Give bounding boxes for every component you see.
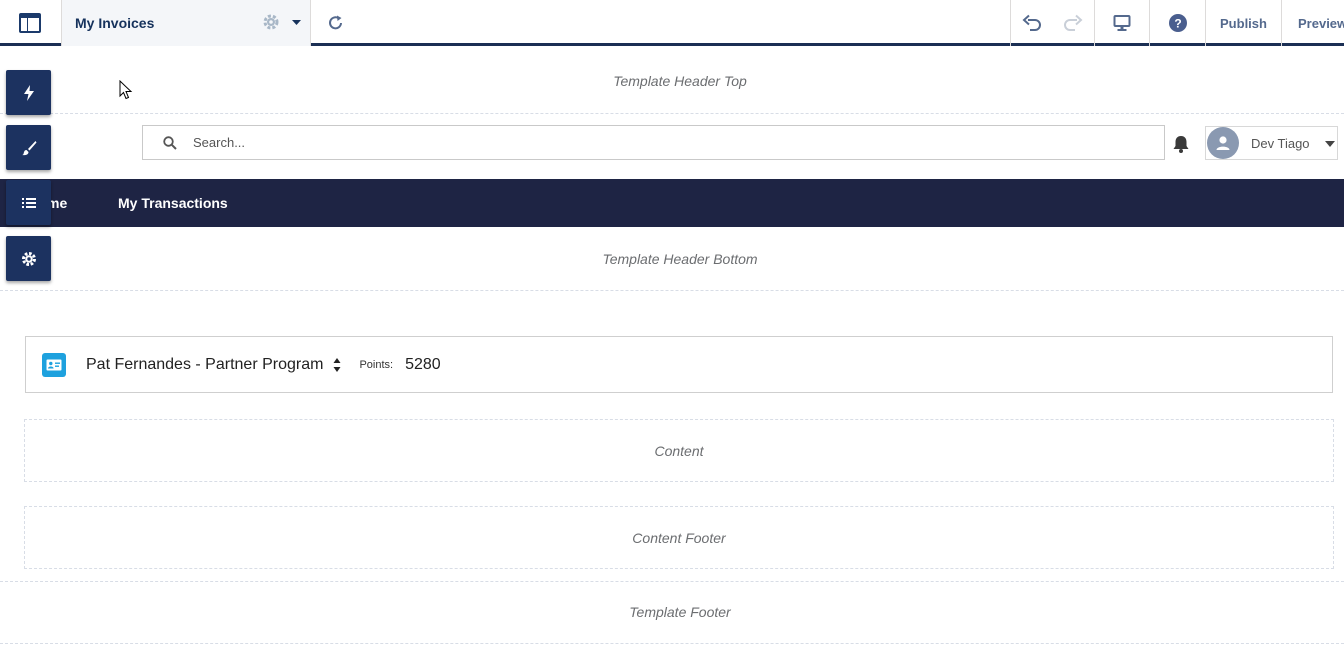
- undo-button[interactable]: [1010, 0, 1052, 46]
- region-template-footer[interactable]: Template Footer: [0, 604, 1344, 620]
- search-icon: [163, 135, 177, 150]
- user-icon: [1216, 136, 1230, 150]
- member-switcher[interactable]: [333, 357, 341, 373]
- help-button[interactable]: ?: [1150, 0, 1206, 46]
- device-preview-button[interactable]: [1094, 0, 1150, 46]
- redo-icon: [1064, 14, 1083, 31]
- preview-button[interactable]: Preview: [1283, 0, 1344, 46]
- undo-icon: [1022, 14, 1041, 31]
- list-icon: [21, 197, 36, 208]
- region-divider: [0, 113, 1344, 114]
- layout-icon: [19, 13, 41, 33]
- user-name: Dev Tiago: [1251, 135, 1310, 151]
- brush-icon: [21, 140, 36, 155]
- page-name: My Invoices: [75, 15, 155, 31]
- region-divider: [0, 581, 1344, 582]
- region-divider: [0, 643, 1344, 644]
- settings-icon: [21, 251, 36, 266]
- nav-item-my-transactions[interactable]: My Transactions: [118, 179, 228, 227]
- builder-toolbar: My Invoices ? Publish Preview: [0, 0, 1344, 46]
- navigation-menu: me My Transactions: [0, 179, 1344, 227]
- refresh-icon: [329, 15, 342, 30]
- notification-bell-icon[interactable]: [1171, 134, 1191, 154]
- region-divider: [0, 290, 1344, 291]
- search-input[interactable]: [193, 135, 1093, 150]
- search-bar[interactable]: [142, 125, 1165, 160]
- cursor-icon: [119, 80, 133, 100]
- lightning-icon: [23, 84, 34, 101]
- publish-button[interactable]: Publish: [1206, 0, 1282, 46]
- components-button[interactable]: [6, 70, 51, 115]
- help-icon: ?: [1168, 14, 1187, 32]
- region-header-top[interactable]: Template Header Top: [0, 73, 1344, 89]
- svg-text:?: ?: [1174, 17, 1181, 31]
- points-value: 5280: [405, 355, 441, 373]
- page-structure-button[interactable]: [6, 180, 51, 225]
- chevron-down-icon[interactable]: [292, 20, 301, 26]
- gear-icon[interactable]: [262, 13, 280, 31]
- page-selector[interactable]: My Invoices: [61, 0, 311, 46]
- contact-card-icon: [42, 352, 66, 377]
- avatar: [1207, 127, 1239, 159]
- user-profile-menu[interactable]: Dev Tiago: [1205, 126, 1338, 160]
- desktop-icon: [1113, 15, 1131, 31]
- points-label: Points:: [359, 358, 394, 371]
- sort-arrows-icon: [333, 357, 341, 372]
- theme-button[interactable]: [6, 125, 51, 170]
- chevron-down-icon: [1325, 141, 1335, 147]
- region-content-footer[interactable]: Content Footer: [24, 506, 1334, 569]
- settings-button[interactable]: [6, 236, 51, 281]
- member-card[interactable]: Pat Fernandes - Partner Program Points: …: [25, 336, 1333, 393]
- member-name: Pat Fernandes - Partner Program: [86, 355, 324, 373]
- refresh-button[interactable]: [320, 0, 352, 46]
- redo-button[interactable]: [1052, 0, 1094, 46]
- app-layout-button[interactable]: [0, 0, 60, 46]
- region-header-bottom[interactable]: Template Header Bottom: [0, 251, 1344, 267]
- region-content[interactable]: Content: [24, 419, 1334, 482]
